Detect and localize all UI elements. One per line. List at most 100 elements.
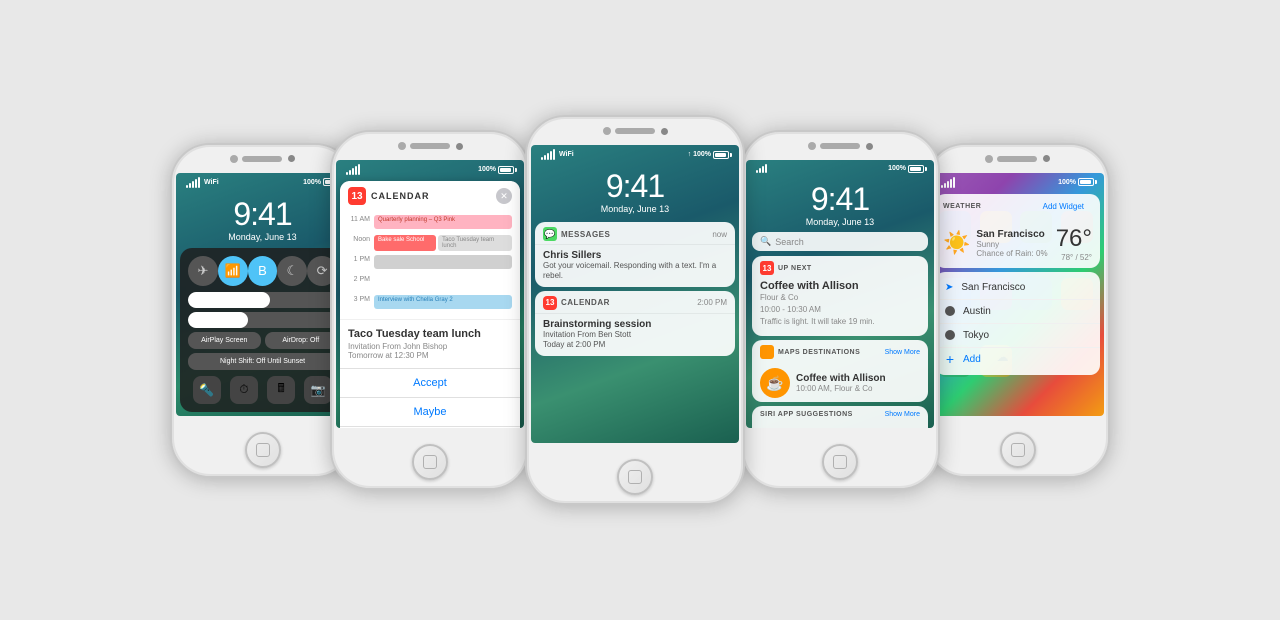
- speaker-dot: [808, 142, 816, 150]
- messages-notification[interactable]: 💬 MESSAGES now Chris Sillers Got your vo…: [535, 222, 735, 287]
- b3: [947, 181, 949, 188]
- phone1-screen: WiFi 100% 9:41 Monday, June 13 ✈ 📶 B: [176, 173, 349, 416]
- event-quarterly[interactable]: Quarterly planning – Q3 Pink: [374, 215, 512, 229]
- calculator-icon[interactable]: 🖩: [267, 376, 295, 404]
- maps-dest-name: Coffee with Allison: [796, 373, 920, 384]
- moon-icon[interactable]: ☾: [277, 256, 307, 286]
- cal-close-btn[interactable]: ✕: [496, 188, 512, 204]
- phone5-content: ☁ 1: [931, 173, 1104, 416]
- p2-status-left: [346, 164, 360, 175]
- phone3-home-button[interactable]: [617, 459, 653, 495]
- siri-label: SIRI APP SUGGESTIONS: [760, 411, 853, 418]
- brightness-slider[interactable]: [188, 292, 337, 308]
- phone1-status-left: WiFi: [186, 177, 219, 188]
- phone1-home-button[interactable]: [245, 432, 281, 468]
- speaker-bar: [242, 156, 282, 162]
- phone4-status-bar: 100%: [746, 160, 934, 175]
- camera-dot: [288, 155, 295, 162]
- airdrop-btn[interactable]: AirDrop: Off: [265, 332, 338, 349]
- camera-icon[interactable]: 📷: [304, 376, 332, 404]
- cal-notif-app-name: CALENDAR: [561, 298, 610, 307]
- clock-icon[interactable]: ⏱: [230, 376, 258, 404]
- cal-event-name: Brainstorming session: [543, 319, 727, 330]
- cal-notif-time: 2:00 PM: [697, 298, 727, 307]
- up-next-traffic: Traffic is light. It will take 19 min.: [760, 316, 920, 328]
- phone3-status-bar: WiFi ↑ 100%: [531, 145, 739, 162]
- calendar-notification[interactable]: 13 CALENDAR 2:00 PM Brainstorming sessio…: [535, 291, 735, 356]
- tokyo-dot: [945, 330, 955, 340]
- p5-status-left: [941, 177, 955, 188]
- phone4-home-button[interactable]: [822, 444, 858, 480]
- location-austin[interactable]: Austin: [935, 300, 1100, 324]
- volume-slider[interactable]: [188, 312, 337, 328]
- phone2-home-button[interactable]: [412, 444, 448, 480]
- speaker-bar: [615, 128, 655, 134]
- search-bar[interactable]: 🔍 Search: [752, 232, 928, 251]
- time-row-noon: Noon Bake sale School Taco Tuesday team …: [348, 235, 512, 255]
- p4-status-right: 100%: [888, 165, 924, 173]
- b1: [541, 157, 543, 160]
- siri-apps-row: 📹 FaceTime ✉ Mail 🗺 Maps: [752, 423, 928, 428]
- flashlight-icon[interactable]: 🔦: [193, 376, 221, 404]
- b2: [944, 183, 946, 188]
- maybe-btn[interactable]: Maybe: [340, 398, 520, 427]
- maps-dest-sub: 10:00 AM, Flour & Co: [796, 384, 920, 393]
- weather-widget-label: WEATHER: [943, 203, 981, 210]
- maps-show-more[interactable]: Show More: [885, 349, 920, 356]
- maps-label: MAPS DESTINATIONS: [778, 349, 860, 356]
- location-tokyo[interactable]: Tokyo: [935, 324, 1100, 348]
- calendar-card: 13 CALENDAR ✕ 11 AM Quarterly planning –…: [340, 181, 520, 428]
- b5: [553, 149, 555, 160]
- add-widget-btn[interactable]: Add Widget: [1035, 199, 1092, 214]
- event-bake[interactable]: Bake sale School: [374, 235, 436, 251]
- p3-battery: [713, 151, 729, 159]
- camera-dot: [1043, 155, 1050, 162]
- p2-battery: [498, 166, 514, 174]
- decline-btn[interactable]: Decline: [340, 427, 520, 428]
- phone5-home-button[interactable]: [1000, 432, 1036, 468]
- cc-icons-row: ✈ 📶 B ☾ ⟳: [188, 256, 337, 286]
- sf-location-name: San Francisco: [961, 282, 1090, 293]
- tokyo-location-name: Tokyo: [963, 330, 1090, 341]
- event-interview[interactable]: Interview with Chella Gray 2: [374, 295, 512, 309]
- cal-event-when2: Today at 2:00 PM: [543, 340, 727, 350]
- location-add-row[interactable]: + Add: [935, 348, 1100, 371]
- signal-bars: [541, 149, 555, 160]
- p5-battery-pct: 100%: [1058, 179, 1076, 186]
- night-shift-btn[interactable]: Night Shift: Off Until Sunset: [188, 353, 337, 370]
- maps-dest-info: Coffee with Allison 10:00 AM, Flour & Co: [796, 373, 920, 393]
- bar4: [195, 179, 197, 188]
- phone2-screen: 100% 13 CALENDAR ✕ 11 AM: [336, 160, 524, 428]
- siri-show-more[interactable]: Show More: [885, 411, 920, 418]
- weather-temp: 76°: [1056, 225, 1092, 253]
- phone1-status-bar: WiFi 100%: [176, 173, 349, 190]
- signal-bars: [346, 164, 360, 175]
- b5: [358, 164, 360, 175]
- bluetooth-icon[interactable]: B: [248, 256, 278, 286]
- wifi-toggle-icon[interactable]: 📶: [218, 256, 248, 286]
- weather-range: 78° / 52°: [1056, 253, 1092, 262]
- location-widget-card: ➤ San Francisco Austin Tokyo: [935, 272, 1100, 375]
- accept-btn[interactable]: Accept: [340, 369, 520, 398]
- messages-notif-header: 💬 MESSAGES now: [535, 222, 735, 245]
- event-taco-small[interactable]: Taco Tuesday team lunch: [438, 235, 512, 251]
- phone5-top: [927, 145, 1108, 173]
- b4: [355, 166, 357, 175]
- messages-notif-body: Chris Sillers Got your voicemail. Respon…: [535, 245, 735, 287]
- time-row-2pm: 2 PM: [348, 275, 512, 295]
- airplay-btn[interactable]: AirPlay Screen: [188, 332, 261, 349]
- b4: [765, 164, 767, 173]
- phone4-date: Monday, June 13: [746, 217, 934, 227]
- location-san-francisco[interactable]: ➤ San Francisco: [935, 276, 1100, 300]
- up-next-event: Coffee with Allison: [760, 280, 920, 292]
- bar2: [189, 183, 191, 188]
- maps-badge: [760, 345, 774, 359]
- time-row-11am: 11 AM Quarterly planning – Q3 Pink: [348, 215, 512, 235]
- phone3-top: [527, 117, 743, 145]
- cal-date-badge: 13: [348, 187, 366, 205]
- time-noon: Noon: [348, 235, 370, 243]
- add-location-label[interactable]: Add: [963, 354, 981, 365]
- airplane-mode-icon[interactable]: ✈: [188, 256, 218, 286]
- p4-battery-pct: 100%: [888, 165, 906, 172]
- time-1pm: 1 PM: [348, 255, 370, 263]
